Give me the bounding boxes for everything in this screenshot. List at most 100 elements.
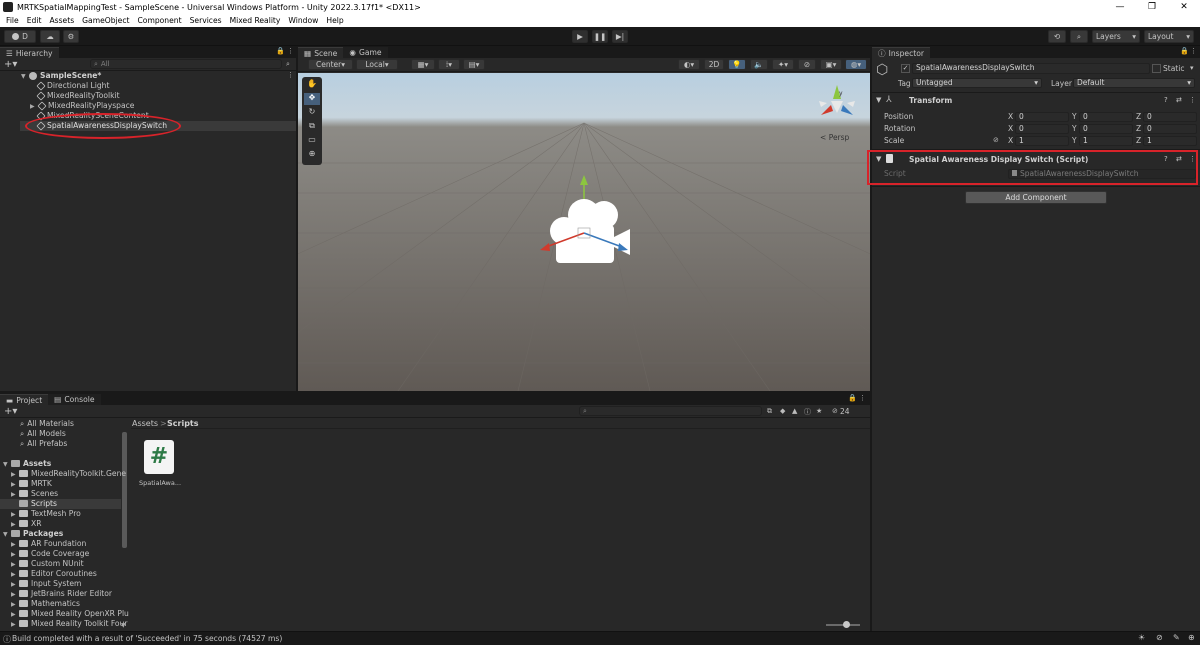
orientation-gizmo[interactable]: y: [813, 81, 861, 127]
tab-console[interactable]: ▤ Console: [48, 394, 101, 405]
rotation-y-field[interactable]: 0: [1079, 124, 1133, 134]
hierarchy-item-mixedrealityplayspace[interactable]: ▶ MixedRealityPlayspace: [30, 101, 134, 111]
favorite-all-prefabs[interactable]: ⌕ All Prefabs: [20, 439, 67, 449]
more-icon[interactable]: ⋮: [1190, 47, 1197, 55]
favorite-all-materials[interactable]: ⌕ All Materials: [20, 419, 74, 429]
add-button[interactable]: +▾: [4, 406, 17, 417]
folder-mixedrealitytoolkit-gene[interactable]: ▶ MixedRealityToolkit.Gene: [11, 469, 126, 479]
transform-tool-icon[interactable]: ⊕: [304, 149, 320, 161]
layout-dropdown[interactable]: Layout ▾: [1144, 30, 1194, 43]
chat-icon[interactable]: ✎: [1173, 633, 1180, 642]
expand-arrow-icon[interactable]: ▶: [11, 620, 19, 630]
package-mixed-reality-toolkit-four[interactable]: ▶ Mixed Reality Toolkit Four: [11, 619, 128, 629]
scene-root[interactable]: ▼ SampleScene*: [21, 71, 101, 81]
menu-services[interactable]: Services: [186, 16, 226, 25]
layers-dropdown[interactable]: Layers ▾: [1092, 30, 1140, 43]
scene-viewport[interactable]: ✋ ✥ ↻ ⧉ ▭ ⊕ y < Persp: [298, 73, 870, 391]
tag-dropdown[interactable]: Untagged ▾: [912, 78, 1042, 88]
menu-gameobject[interactable]: GameObject: [78, 16, 133, 25]
pivot-center-dropdown[interactable]: Center ▾: [308, 59, 353, 70]
filter-icon[interactable]: ⌕: [286, 60, 290, 69]
tab-project[interactable]: ▬ Project: [0, 394, 49, 405]
static-checkbox[interactable]: [1152, 64, 1161, 73]
scale-y-field[interactable]: 1: [1079, 136, 1133, 146]
effects-toggle[interactable]: ✦▾: [772, 59, 794, 70]
object-name-field[interactable]: SpatialAwarenessDisplaySwitch: [912, 63, 1150, 74]
folder-scenes[interactable]: ▶ Scenes: [11, 489, 58, 499]
project-search-input[interactable]: ⌕: [579, 406, 762, 416]
more-icon[interactable]: ⋮: [287, 47, 294, 55]
favorite-all-models[interactable]: ⌕ All Models: [20, 429, 66, 439]
persp-label[interactable]: < Persp: [820, 133, 849, 142]
expand-arrow-icon[interactable]: ▼: [21, 72, 29, 82]
move-tool-icon[interactable]: ✥: [304, 93, 320, 105]
scale-x-field[interactable]: 1: [1015, 136, 1069, 146]
close-button[interactable]: ✕: [1168, 0, 1200, 14]
menu-help[interactable]: Help: [322, 16, 347, 25]
more-icon[interactable]: ⋮: [859, 394, 866, 402]
menu-window[interactable]: Window: [284, 16, 322, 25]
active-checkbox[interactable]: ✓: [901, 64, 910, 73]
folder-scripts[interactable]: Scripts: [19, 499, 57, 509]
packages-root[interactable]: ▼ Packages: [3, 529, 63, 539]
lock-icon[interactable]: 🔒: [848, 394, 857, 402]
layer-dropdown[interactable]: Default ▾: [1073, 78, 1195, 88]
expand-arrow-icon[interactable]: ▼: [876, 96, 881, 104]
tab-scene[interactable]: ▦ Scene: [298, 47, 344, 58]
menu-mixed-reality[interactable]: Mixed Reality: [226, 16, 285, 25]
account-button[interactable]: D: [4, 30, 36, 43]
package-mixed-reality-openxr[interactable]: ▶ Mixed Reality OpenXR Plu: [11, 609, 129, 619]
package-input-system[interactable]: ▶ Input System: [11, 579, 81, 589]
2d-toggle[interactable]: 2D: [704, 59, 724, 70]
pivot-space-dropdown[interactable]: Local ▾: [356, 59, 398, 70]
breadcrumb-assets[interactable]: Assets: [132, 419, 158, 428]
assets-root[interactable]: ▼ Assets: [3, 459, 51, 469]
menu-assets[interactable]: Assets: [45, 16, 78, 25]
tab-game[interactable]: ◉ Game: [343, 47, 388, 58]
rotation-z-field[interactable]: 0: [1143, 124, 1197, 134]
grid-visibility-button[interactable]: ▤▾: [463, 59, 485, 70]
add-component-button[interactable]: Add Component: [965, 191, 1107, 204]
lock-icon[interactable]: 🔒: [276, 47, 285, 55]
grid-snapping-button[interactable]: ▦▾: [411, 59, 435, 70]
play-button[interactable]: ▶: [572, 30, 588, 43]
expand-arrow-icon[interactable]: ▼: [3, 530, 11, 540]
more-icon[interactable]: ⋮: [287, 71, 294, 79]
breadcrumb-scripts[interactable]: Scripts: [167, 419, 199, 428]
account-icon[interactable]: ⊕: [1188, 633, 1195, 642]
position-y-field[interactable]: 0: [1079, 112, 1133, 122]
package-jetbrains-rider-editor[interactable]: ▶ JetBrains Rider Editor: [11, 589, 112, 599]
pause-button[interactable]: ❚❚: [592, 30, 608, 43]
position-z-field[interactable]: 0: [1143, 112, 1197, 122]
scale-z-field[interactable]: 1: [1143, 136, 1197, 146]
folder-xr[interactable]: ▶ XR: [11, 519, 41, 529]
package-editor-coroutines[interactable]: ▶ Editor Coroutines: [11, 569, 97, 579]
preset-icon[interactable]: ⇄: [1176, 96, 1182, 104]
add-button[interactable]: +▾: [4, 59, 17, 70]
package-custom-nunit[interactable]: ▶ Custom NUnit: [11, 559, 84, 569]
increment-snap-button[interactable]: ⁞▾: [438, 59, 460, 70]
menu-file[interactable]: File: [2, 16, 23, 25]
help-icon[interactable]: ?: [1164, 96, 1168, 104]
maximize-button[interactable]: ❐: [1136, 0, 1168, 14]
scale-tool-icon[interactable]: ⧉: [304, 121, 320, 133]
hidden-objects-toggle[interactable]: ⊘: [798, 59, 816, 70]
search-by-label-icon[interactable]: ◆: [780, 407, 785, 415]
cache-icon[interactable]: ⊘: [1156, 633, 1163, 642]
menu-edit[interactable]: Edit: [23, 16, 46, 25]
icon-size-slider-thumb[interactable]: [843, 621, 850, 628]
collab-button[interactable]: ⚙: [63, 30, 79, 43]
hierarchy-item-directional-light[interactable]: Directional Light: [36, 81, 109, 91]
tree-scrollbar[interactable]: [122, 432, 127, 548]
rotation-x-field[interactable]: 0: [1015, 124, 1069, 134]
chevron-down-icon[interactable]: ▾: [1190, 64, 1194, 72]
tag-icon[interactable]: ▲: [792, 407, 797, 415]
rotate-tool-icon[interactable]: ↻: [304, 107, 320, 119]
lock-icon[interactable]: 🔒: [1180, 47, 1189, 55]
hierarchy-item-mixedrealitytoolkit[interactable]: MixedRealityToolkit: [36, 91, 120, 101]
camera-gizmo[interactable]: [534, 173, 634, 268]
tab-inspector[interactable]: ⓘ Inspector: [872, 47, 931, 58]
folder-textmesh-pro[interactable]: ▶ TextMesh Pro: [11, 509, 81, 519]
step-button[interactable]: ▶|: [612, 30, 628, 43]
lighting-toggle[interactable]: 💡: [728, 59, 746, 70]
